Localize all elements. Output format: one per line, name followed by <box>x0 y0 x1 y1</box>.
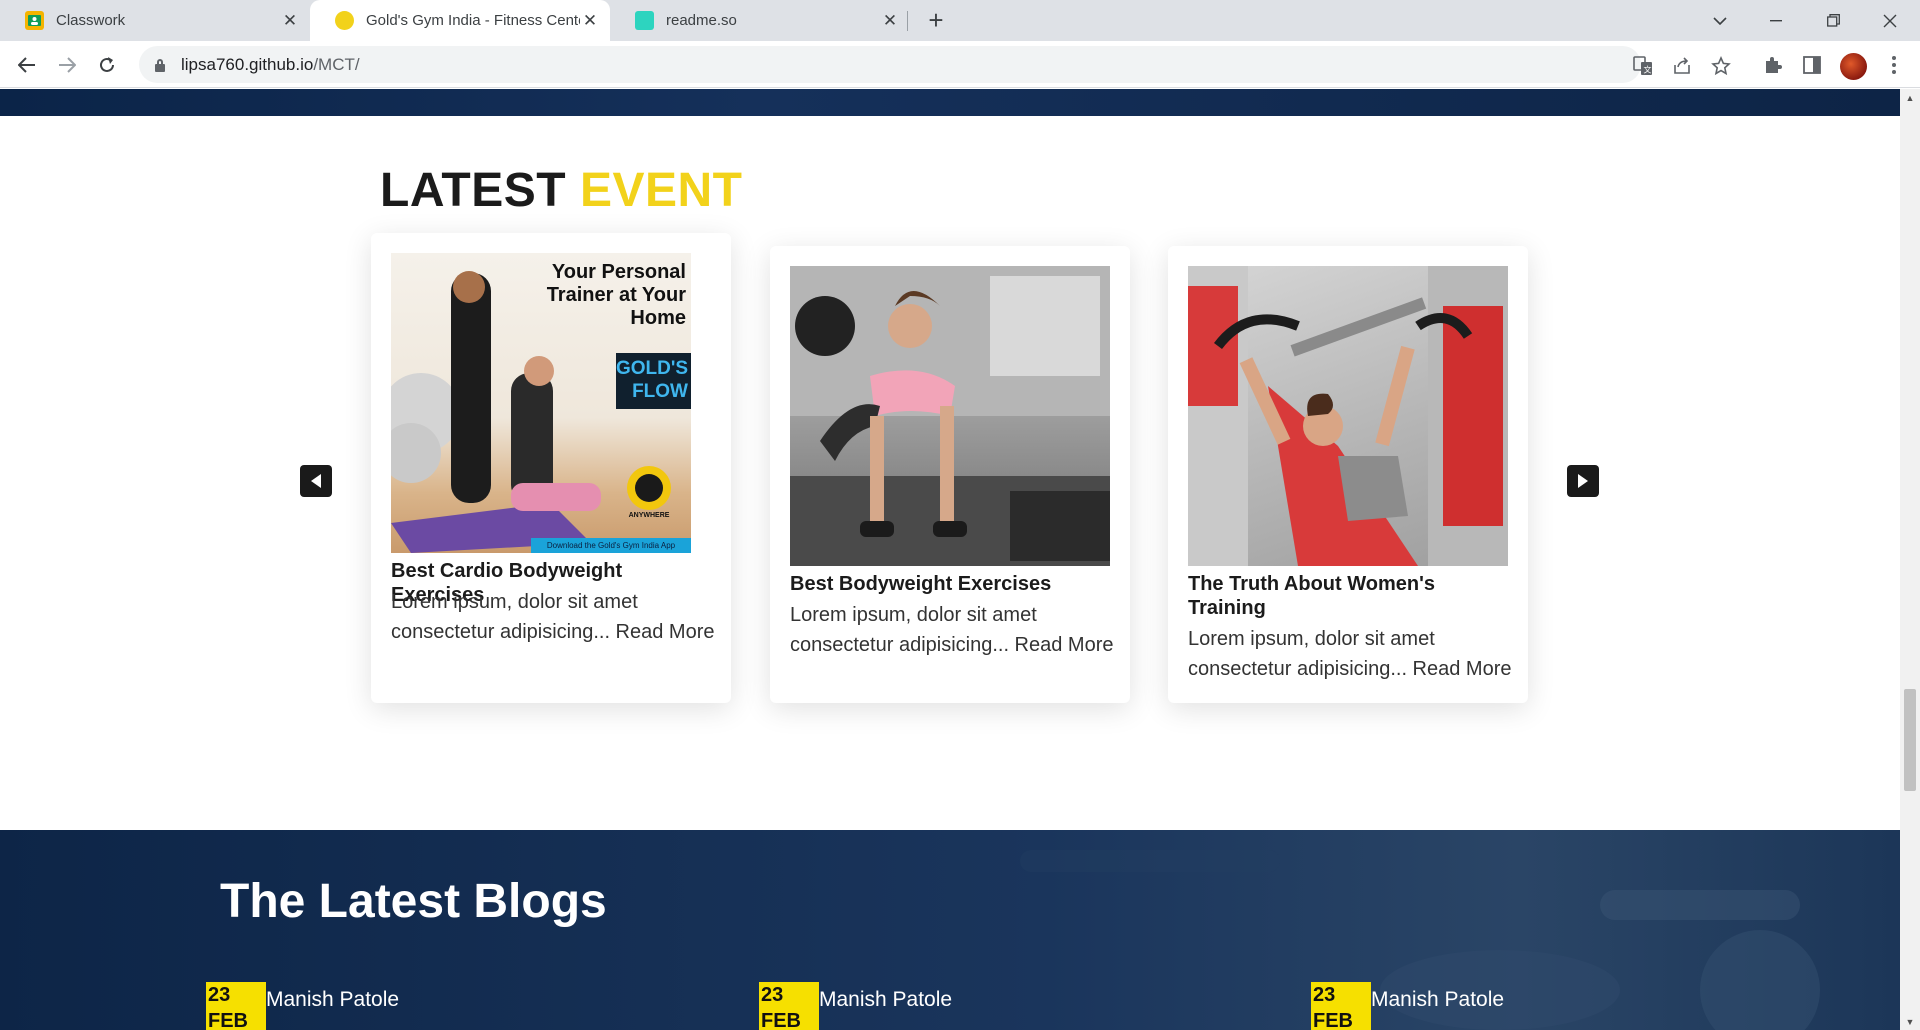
more-menu-icon[interactable] <box>1882 53 1906 77</box>
url-host: lipsa760.github.io <box>181 54 314 74</box>
forward-button[interactable] <box>51 49 83 81</box>
golds-gym-icon <box>335 11 354 30</box>
tab-strip: Classwork ✕ Gold's Gym India - Fitness C… <box>0 0 1920 41</box>
chest-press-photo <box>1188 266 1508 566</box>
carousel-next-button[interactable] <box>1567 465 1599 497</box>
back-button[interactable] <box>11 49 43 81</box>
event-image <box>1188 266 1508 566</box>
event-card-text: Lorem ipsum, dolor sit amet consectetur … <box>391 591 715 643</box>
close-tab-icon[interactable]: ✕ <box>280 11 300 31</box>
new-tab-button[interactable]: + <box>922 7 950 35</box>
blogs-title: The Latest Blogs <box>220 875 607 928</box>
scroll-down-arrow-icon[interactable]: ▼ <box>1900 1013 1920 1030</box>
tab-readme[interactable]: readme.so ✕ <box>610 0 910 41</box>
translate-icon[interactable]: 文 <box>1631 54 1655 78</box>
event-card[interactable]: The Truth About Women's Training Lorem i… <box>1168 246 1528 703</box>
profile-avatar[interactable] <box>1840 53 1867 80</box>
blog-date-badge: 23 FEB <box>206 982 266 1030</box>
side-panel-icon[interactable] <box>1800 53 1824 77</box>
scroll-up-arrow-icon[interactable]: ▲ <box>1900 89 1920 106</box>
event-card-text: Lorem ipsum, dolor sit amet consectetur … <box>790 604 1114 656</box>
heading-accent: EVENT <box>579 164 743 217</box>
event-image: Your Personal Trainer at Your Home GOLD'… <box>391 253 691 553</box>
latest-blogs-section: The Latest Blogs 23 FEB Manish Patole 23… <box>0 830 1900 1030</box>
event-card[interactable]: Best Bodyweight Exercises Lorem ipsum, d… <box>770 246 1130 703</box>
blog-author[interactable]: Manish Patole <box>819 988 952 1012</box>
promo-footer: Download the Gold's Gym India App <box>546 541 676 550</box>
carousel-prev-button[interactable] <box>300 465 332 497</box>
event-card[interactable]: Your Personal Trainer at Your Home GOLD'… <box>371 233 731 703</box>
blog-author[interactable]: Manish Patole <box>266 988 399 1012</box>
share-icon[interactable] <box>1670 54 1694 78</box>
classroom-icon <box>25 11 44 30</box>
close-tab-icon[interactable]: ✕ <box>880 11 900 31</box>
bookmark-star-icon[interactable] <box>1709 54 1733 78</box>
tab-classwork[interactable]: Classwork ✕ <box>0 0 310 41</box>
url-path: /MCT/ <box>313 54 360 74</box>
tab-search-chevron-icon[interactable] <box>1697 0 1743 41</box>
extensions-icon[interactable] <box>1760 53 1784 77</box>
event-image <box>790 266 1110 566</box>
caret-right-icon <box>1578 474 1588 488</box>
readme-icon <box>635 11 654 30</box>
page-scrollbar[interactable]: ▲ ▼ <box>1900 89 1920 1030</box>
event-card-title[interactable]: The Truth About Women's Training <box>1188 572 1488 620</box>
lock-icon[interactable] <box>153 58 167 72</box>
hero-bottom-band <box>0 89 1900 116</box>
promo-logo-caption: ANYWHERE <box>628 512 670 519</box>
promo-headline: Your Personal Trainer at Your Home <box>546 261 686 329</box>
tab-separator <box>907 11 908 31</box>
restore-button[interactable] <box>1810 0 1856 41</box>
tab-title: Classwork <box>56 12 126 29</box>
close-tab-icon[interactable]: ✕ <box>580 11 600 31</box>
tab-title: Gold's Gym India - Fitness Center <box>366 12 580 29</box>
browser-toolbar: lipsa760.github.io /MCT/ 文 <box>0 41 1920 88</box>
heading-main: LATEST <box>380 164 567 217</box>
caret-left-icon <box>311 474 321 488</box>
tab-title: readme.so <box>666 12 737 29</box>
close-window-button[interactable] <box>1867 0 1913 41</box>
event-card-text: Lorem ipsum, dolor sit amet consectetur … <box>1188 628 1512 680</box>
svg-text:文: 文 <box>1644 65 1652 75</box>
tab-golds-gym[interactable]: Gold's Gym India - Fitness Center ✕ <box>310 0 610 41</box>
blog-date-badge: 23 FEB <box>1311 982 1371 1030</box>
scrollbar-thumb[interactable] <box>1904 689 1916 791</box>
blog-author[interactable]: Manish Patole <box>1371 988 1504 1012</box>
page-viewport: LATEST EVENT Your Personal Trainer at Yo… <box>0 89 1900 1030</box>
latest-event-heading: LATEST EVENT <box>380 163 742 218</box>
reload-button[interactable] <box>91 49 123 81</box>
promo-badge: GOLD'S FLOW <box>616 358 689 402</box>
event-card-title[interactable]: Best Bodyweight Exercises <box>790 572 1110 596</box>
pushup-photo <box>790 266 1110 566</box>
minimize-button[interactable] <box>1753 0 1799 41</box>
blog-date-badge: 23 FEB <box>759 982 819 1030</box>
address-bar[interactable]: lipsa760.github.io /MCT/ 文 <box>139 46 1731 83</box>
